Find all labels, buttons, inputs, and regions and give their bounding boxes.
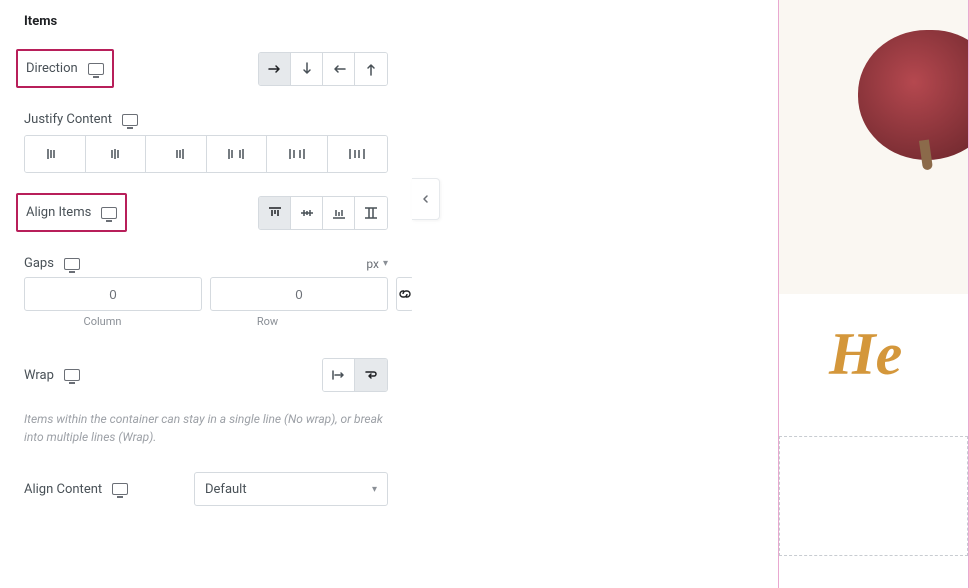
wrap-row: Wrap: [24, 346, 388, 404]
gaps-row-header: Gaps px ▾: [24, 244, 388, 277]
justify-evenly-button[interactable]: [328, 136, 388, 172]
justify-row-header: Justify Content: [24, 100, 388, 131]
preview-placeholder: [779, 436, 968, 556]
responsive-icon[interactable]: [88, 63, 104, 75]
direction-row: Direction: [24, 37, 388, 100]
align-content-label-wrap: Align Content: [24, 482, 128, 497]
layout-panel: Items Direction Justify Content Align It…: [0, 0, 412, 588]
wrap-nowrap-button[interactable]: [323, 359, 355, 391]
direction-column-reverse-button[interactable]: [355, 53, 387, 85]
align-content-label: Align Content: [24, 482, 102, 497]
align-content-value: Default: [205, 482, 247, 497]
align-start-button[interactable]: [259, 197, 291, 229]
align-content-select[interactable]: Default ▾: [194, 472, 388, 506]
gaps-link-button[interactable]: [396, 277, 412, 311]
justify-end-button[interactable]: [146, 136, 207, 172]
direction-label-highlight: Direction: [16, 49, 114, 88]
align-label: Align Items: [26, 205, 91, 220]
wrap-buttons: [322, 358, 388, 392]
justify-label: Justify Content: [24, 112, 112, 127]
wrap-wrap-button[interactable]: [355, 359, 387, 391]
preview-image-block: [779, 0, 968, 294]
direction-buttons: [258, 52, 388, 86]
wrap-label-wrap: Wrap: [24, 368, 80, 383]
justify-label-wrap: Justify Content: [24, 112, 138, 127]
gaps-column-label: Column: [24, 315, 181, 328]
wrap-hint: Items within the container can stay in a…: [24, 404, 388, 460]
align-end-button[interactable]: [323, 197, 355, 229]
justify-center-button[interactable]: [86, 136, 147, 172]
gaps-inputs: [24, 277, 388, 311]
align-buttons: [258, 196, 388, 230]
align-label-highlight: Align Items: [16, 193, 127, 232]
align-row: Align Items: [24, 181, 388, 244]
gaps-label: Gaps: [24, 256, 54, 271]
direction-row-button[interactable]: [259, 53, 291, 85]
gaps-unit-text: px: [366, 257, 379, 271]
gaps-row-input[interactable]: [210, 277, 388, 311]
responsive-icon[interactable]: [101, 207, 117, 219]
beet-image: [858, 30, 968, 160]
chevron-down-icon: ▾: [372, 484, 377, 495]
wrap-label: Wrap: [24, 368, 54, 383]
gaps-column-input[interactable]: [24, 277, 202, 311]
align-center-button[interactable]: [291, 197, 323, 229]
gaps-sublabels: Column Row: [24, 315, 388, 328]
chevron-down-icon: ▾: [383, 258, 388, 269]
responsive-icon[interactable]: [64, 258, 80, 270]
gaps-label-wrap: Gaps: [24, 256, 80, 271]
direction-label: Direction: [26, 61, 78, 76]
justify-between-button[interactable]: [207, 136, 268, 172]
align-content-row: Align Content Default ▾: [24, 460, 388, 518]
responsive-icon[interactable]: [122, 114, 138, 126]
align-stretch-button[interactable]: [355, 197, 387, 229]
preview-canvas: He: [778, 0, 969, 588]
section-title: Items: [24, 0, 388, 37]
collapse-panel-button[interactable]: [412, 178, 440, 220]
gaps-unit[interactable]: px ▾: [366, 257, 388, 271]
preview-heading: He: [829, 320, 902, 389]
justify-start-button[interactable]: [25, 136, 86, 172]
responsive-icon[interactable]: [64, 369, 80, 381]
justify-around-button[interactable]: [267, 136, 328, 172]
direction-column-button[interactable]: [291, 53, 323, 85]
justify-buttons: [24, 135, 388, 173]
responsive-icon[interactable]: [112, 483, 128, 495]
direction-row-reverse-button[interactable]: [323, 53, 355, 85]
gaps-row-label: Row: [189, 315, 346, 328]
